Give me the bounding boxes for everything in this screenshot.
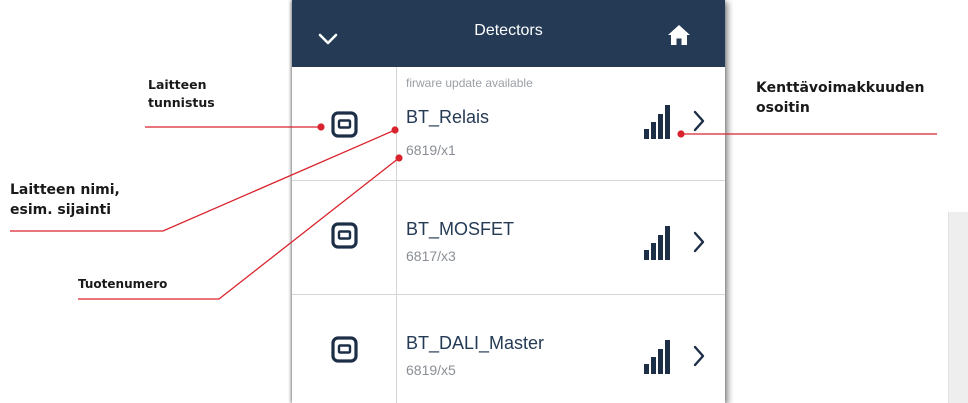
callout-line: esim. sijainti bbox=[10, 201, 112, 218]
signal-strength-icon bbox=[644, 105, 670, 139]
app-header: Detectors bbox=[292, 0, 725, 67]
product-number: 6819/x1 bbox=[406, 142, 456, 158]
detector-name: BT_DALI_Master bbox=[406, 333, 545, 353]
callout-device-identification: Laitteen tunnistus bbox=[148, 76, 215, 111]
phone-screen: Detectors firware update available BT_Re… bbox=[292, 0, 725, 403]
detector-name: BT_Relais bbox=[406, 107, 490, 127]
device-icon-cell bbox=[292, 295, 397, 403]
home-icon[interactable] bbox=[667, 24, 691, 46]
device-icon bbox=[331, 111, 358, 138]
device-icon-cell bbox=[292, 181, 397, 294]
detector-row[interactable]: BT_DALI_Master 6819/x5 bbox=[292, 295, 725, 403]
background-panel bbox=[948, 212, 968, 403]
chevron-right-icon[interactable] bbox=[693, 345, 705, 367]
callout-signal-strength: Kenttävoimakkuuden osoitin bbox=[756, 79, 925, 118]
callout-line: Laitteen bbox=[148, 77, 207, 92]
detector-row[interactable]: BT_MOSFET 6817/x3 bbox=[292, 181, 725, 295]
signal-strength-icon bbox=[644, 340, 670, 374]
chevron-right-icon[interactable] bbox=[693, 110, 705, 132]
callout-line: osoitin bbox=[756, 99, 810, 116]
device-icon bbox=[331, 336, 358, 363]
callout-line: Kenttävoimakkuuden bbox=[756, 80, 925, 96]
product-number: 6819/x5 bbox=[406, 362, 456, 378]
detector-row[interactable]: firware update available BT_Relais 6819/… bbox=[292, 67, 725, 181]
detector-name: BT_MOSFET bbox=[406, 219, 515, 239]
device-icon bbox=[331, 222, 358, 249]
callout-line: Laitteen nimi, bbox=[10, 182, 120, 198]
firmware-update-notice: firware update available bbox=[406, 76, 533, 90]
page-title: Detectors bbox=[474, 22, 543, 39]
callout-device-name: Laitteen nimi, esim. sijainti bbox=[10, 181, 120, 220]
product-number: 6817/x3 bbox=[406, 248, 456, 264]
callout-product-number: Tuotenumero bbox=[78, 277, 168, 291]
signal-strength-icon bbox=[644, 226, 670, 260]
device-icon-cell bbox=[292, 67, 397, 180]
callout-line: tunnistus bbox=[148, 94, 215, 110]
chevron-right-icon[interactable] bbox=[693, 231, 705, 253]
